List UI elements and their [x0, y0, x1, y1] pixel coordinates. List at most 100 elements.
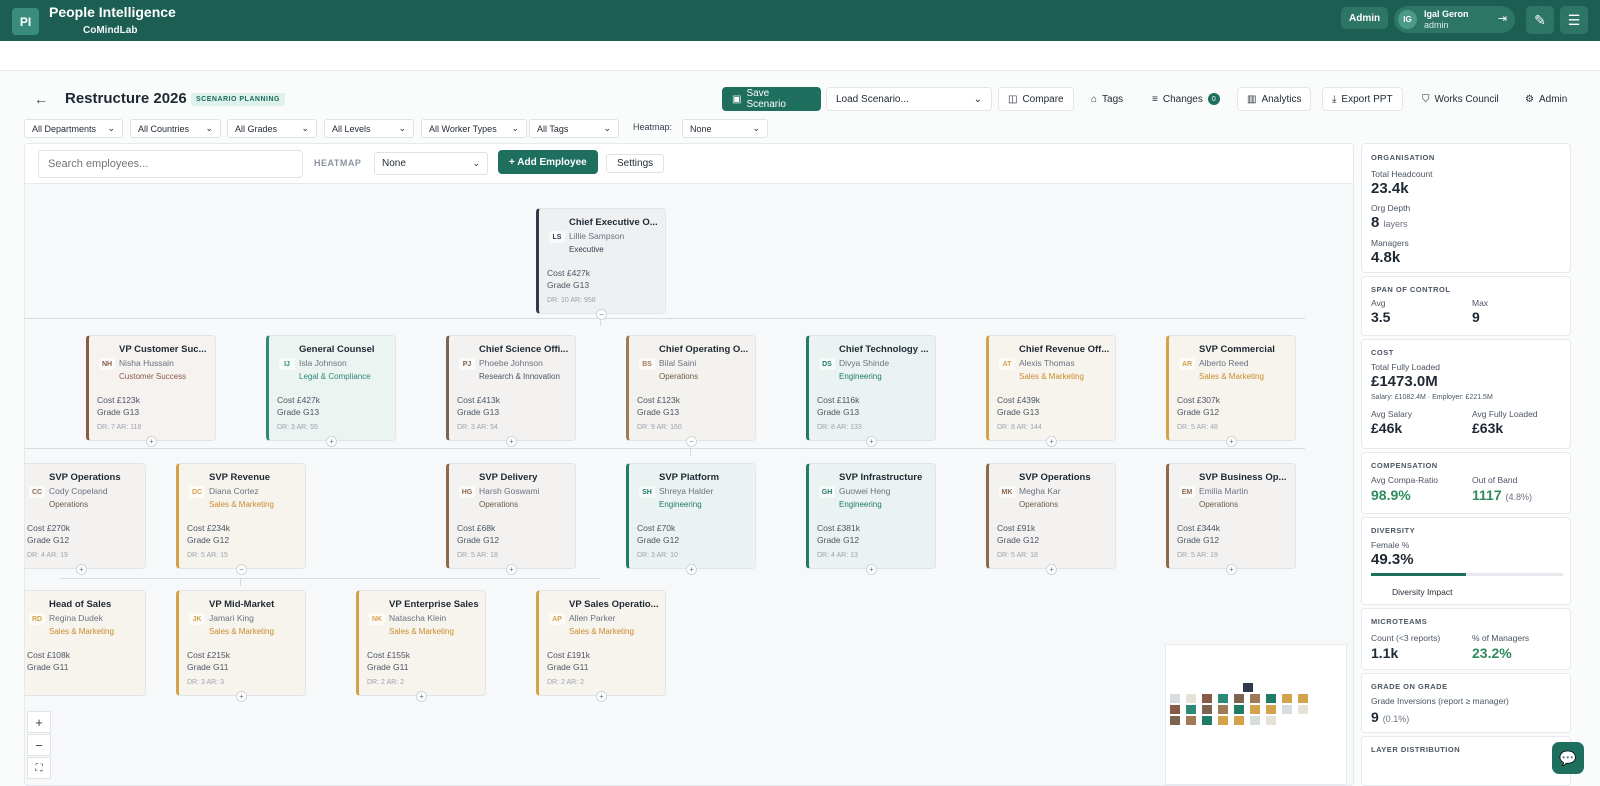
changes-button[interactable]: ≡ Changes 0: [1142, 87, 1230, 111]
top-bar: PI People Intelligence CoMindLab Admin I…: [0, 0, 1600, 41]
node-grade: Grade G12: [1177, 535, 1220, 545]
heatmap-select[interactable]: None ⌄: [374, 152, 488, 175]
node-person-name: Natascha Klein: [389, 613, 447, 623]
analytics-button[interactable]: ▥ Analytics: [1237, 87, 1312, 111]
org-node-card[interactable]: Chief Executive O... LS Lillie Sampson Exec…: [536, 208, 666, 314]
span-max-label: Max: [1472, 298, 1489, 308]
settings-button[interactable]: Settings: [606, 154, 665, 173]
node-cost: Cost £427k: [547, 268, 590, 278]
heatmap-filter[interactable]: None ⌄: [682, 119, 768, 138]
org-node-card[interactable]: SVP Operations MK Megha Kar Operations Cost …: [986, 463, 1116, 569]
logout-icon[interactable]: ⇥: [1498, 12, 1507, 25]
minimap[interactable]: [1165, 644, 1347, 785]
edit-pencil-button[interactable]: ✎: [1526, 6, 1554, 34]
connector: [240, 578, 241, 586]
worker-type-filter-value: All Worker Types: [429, 123, 497, 134]
shield-icon: ⛉: [1422, 93, 1430, 105]
grade-inversions-value: 9 (0.1%): [1371, 709, 1409, 725]
works-council-button[interactable]: ⛉ Works Council: [1412, 87, 1509, 111]
org-node-card[interactable]: General Counsel IJ Isla Johnson Legal & Com…: [266, 335, 396, 441]
org-node-card[interactable]: SVP Commercial AR Alberto Reed Sales & Mark…: [1166, 335, 1296, 441]
tags-button[interactable]: ⌂ Tags: [1081, 87, 1133, 111]
node-reports: DR: 5 AR: 15: [187, 552, 228, 559]
app-logo[interactable]: PI: [12, 8, 39, 35]
expand-button[interactable]: +: [1046, 564, 1057, 575]
search-input[interactable]: [38, 150, 303, 178]
org-node-card[interactable]: VP Sales Operatio... AP Allen Parker Sales …: [536, 590, 666, 696]
minimap-block: [1234, 694, 1244, 703]
span-of-control-card: SPAN OF CONTROL Avg 3.5 Max 9: [1361, 276, 1571, 336]
collapse-button[interactable]: −: [596, 309, 607, 320]
org-node-card[interactable]: Chief Science Offi... PJ Phoebe Johnson Res…: [446, 335, 576, 441]
out-of-band-count: 1117: [1472, 487, 1502, 503]
org-node-card[interactable]: SVP Business Op... EM Emilia Martin Operati…: [1166, 463, 1296, 569]
expand-button[interactable]: +: [236, 691, 247, 702]
card-header: MICROTEAMS: [1371, 617, 1428, 626]
diversity-impact-button[interactable]: Diversity Impact: [1392, 587, 1452, 597]
expand-button[interactable]: +: [1226, 564, 1237, 575]
expand-button[interactable]: +: [866, 436, 877, 447]
country-filter[interactable]: All Countries ⌄: [130, 119, 221, 138]
org-node-card[interactable]: Chief Revenue Off... AT Alexis Thomas Sales…: [986, 335, 1116, 441]
expand-button[interactable]: +: [506, 436, 517, 447]
expand-button[interactable]: +: [1226, 436, 1237, 447]
expand-button[interactable]: +: [506, 564, 517, 575]
node-title: SVP Commercial: [1199, 344, 1275, 355]
zoom-in-button[interactable]: +: [27, 711, 51, 733]
grade-inversions-label: Grade Inversions (report ≥ manager): [1371, 696, 1509, 706]
expand-button[interactable]: +: [76, 564, 87, 575]
tag-filter[interactable]: All Tags ⌄: [529, 119, 619, 138]
org-node-card[interactable]: Chief Technology ... DS Divya Shinde Engine…: [806, 335, 936, 441]
user-menu[interactable]: IG Igal Geron admin ⇥: [1394, 6, 1515, 33]
admin-badge-button[interactable]: Admin: [1341, 7, 1389, 29]
department-filter[interactable]: All Departments ⌄: [24, 119, 123, 138]
zoom-out-button[interactable]: −: [27, 734, 51, 756]
microteam-pct-label: % of Managers: [1472, 633, 1530, 643]
level-filter[interactable]: All Levels ⌄: [324, 119, 414, 138]
collapse-button[interactable]: −: [686, 436, 697, 447]
female-value: 49.3%: [1371, 551, 1414, 568]
export-ppt-button[interactable]: ⤓ Export PPT: [1322, 87, 1403, 111]
node-initials: CC: [29, 486, 45, 498]
org-chart-canvas[interactable]: HEATMAP None ⌄ + Add Employee Settings Ch…: [24, 143, 1354, 786]
export-label: Export PPT: [1341, 93, 1393, 105]
expand-button[interactable]: +: [146, 436, 157, 447]
org-node-card[interactable]: SVP Infrastructure GH Guowei Heng Engineeri…: [806, 463, 936, 569]
expand-button[interactable]: +: [416, 691, 427, 702]
expand-button[interactable]: +: [326, 436, 337, 447]
node-person-name: Isla Johnson: [299, 358, 347, 368]
node-grade: Grade G13: [547, 280, 590, 290]
collapse-button[interactable]: −: [236, 564, 247, 575]
expand-button[interactable]: +: [686, 564, 697, 575]
org-node-card[interactable]: SVP Operations CC Cody Copeland Operations C…: [25, 463, 146, 569]
node-reports: DR: 3 AR: 54: [457, 424, 498, 431]
fit-view-button[interactable]: ⛶: [27, 757, 51, 779]
node-reports: DR: 4 AR: 13: [817, 552, 858, 559]
grade-filter[interactable]: All Grades ⌄: [227, 119, 317, 138]
org-node-card[interactable]: SVP Revenue DC Diana Cortez Sales & Marketi…: [176, 463, 306, 569]
connector: [690, 448, 691, 456]
expand-button[interactable]: +: [596, 691, 607, 702]
settings-sliders-button[interactable]: ☰: [1560, 6, 1588, 34]
org-node-card[interactable]: VP Customer Suc... NH Nisha Hussain Custome…: [86, 335, 216, 441]
org-node-card[interactable]: VP Enterprise Sales NK Natascha Klein Sales…: [356, 590, 486, 696]
org-node-card[interactable]: Chief Operating O... BS Bilal Saini Operati…: [626, 335, 756, 441]
expand-button[interactable]: +: [866, 564, 877, 575]
org-node-card[interactable]: Head of Sales RD Regina Dudek Sales & Marke…: [25, 590, 146, 696]
chat-icon: 💬: [1559, 749, 1577, 766]
back-arrow-icon[interactable]: ←: [34, 91, 48, 107]
load-scenario-select[interactable]: Load Scenario... ⌄: [826, 87, 992, 111]
node-cost: Cost £68k: [457, 523, 496, 533]
chevron-down-icon: ⌄: [973, 93, 982, 105]
save-scenario-button[interactable]: ▣ Save Scenario: [722, 87, 821, 111]
grade-on-grade-card: GRADE ON GRADE Grade Inversions (report …: [1361, 673, 1571, 733]
admin-button[interactable]: ⚙ Admin: [1515, 87, 1577, 111]
chat-button[interactable]: 💬: [1552, 742, 1584, 774]
org-node-card[interactable]: SVP Platform SH Shreya Halder Engineering Co…: [626, 463, 756, 569]
add-employee-button[interactable]: + Add Employee: [498, 150, 598, 174]
expand-button[interactable]: +: [1046, 436, 1057, 447]
org-node-card[interactable]: VP Mid-Market JK Jamari King Sales & Market…: [176, 590, 306, 696]
compare-button[interactable]: ◫ Compare: [998, 87, 1074, 111]
org-node-card[interactable]: SVP Delivery HG Harsh Goswami Operations Cos…: [446, 463, 576, 569]
worker-type-filter[interactable]: All Worker Types ⌄: [421, 119, 527, 138]
